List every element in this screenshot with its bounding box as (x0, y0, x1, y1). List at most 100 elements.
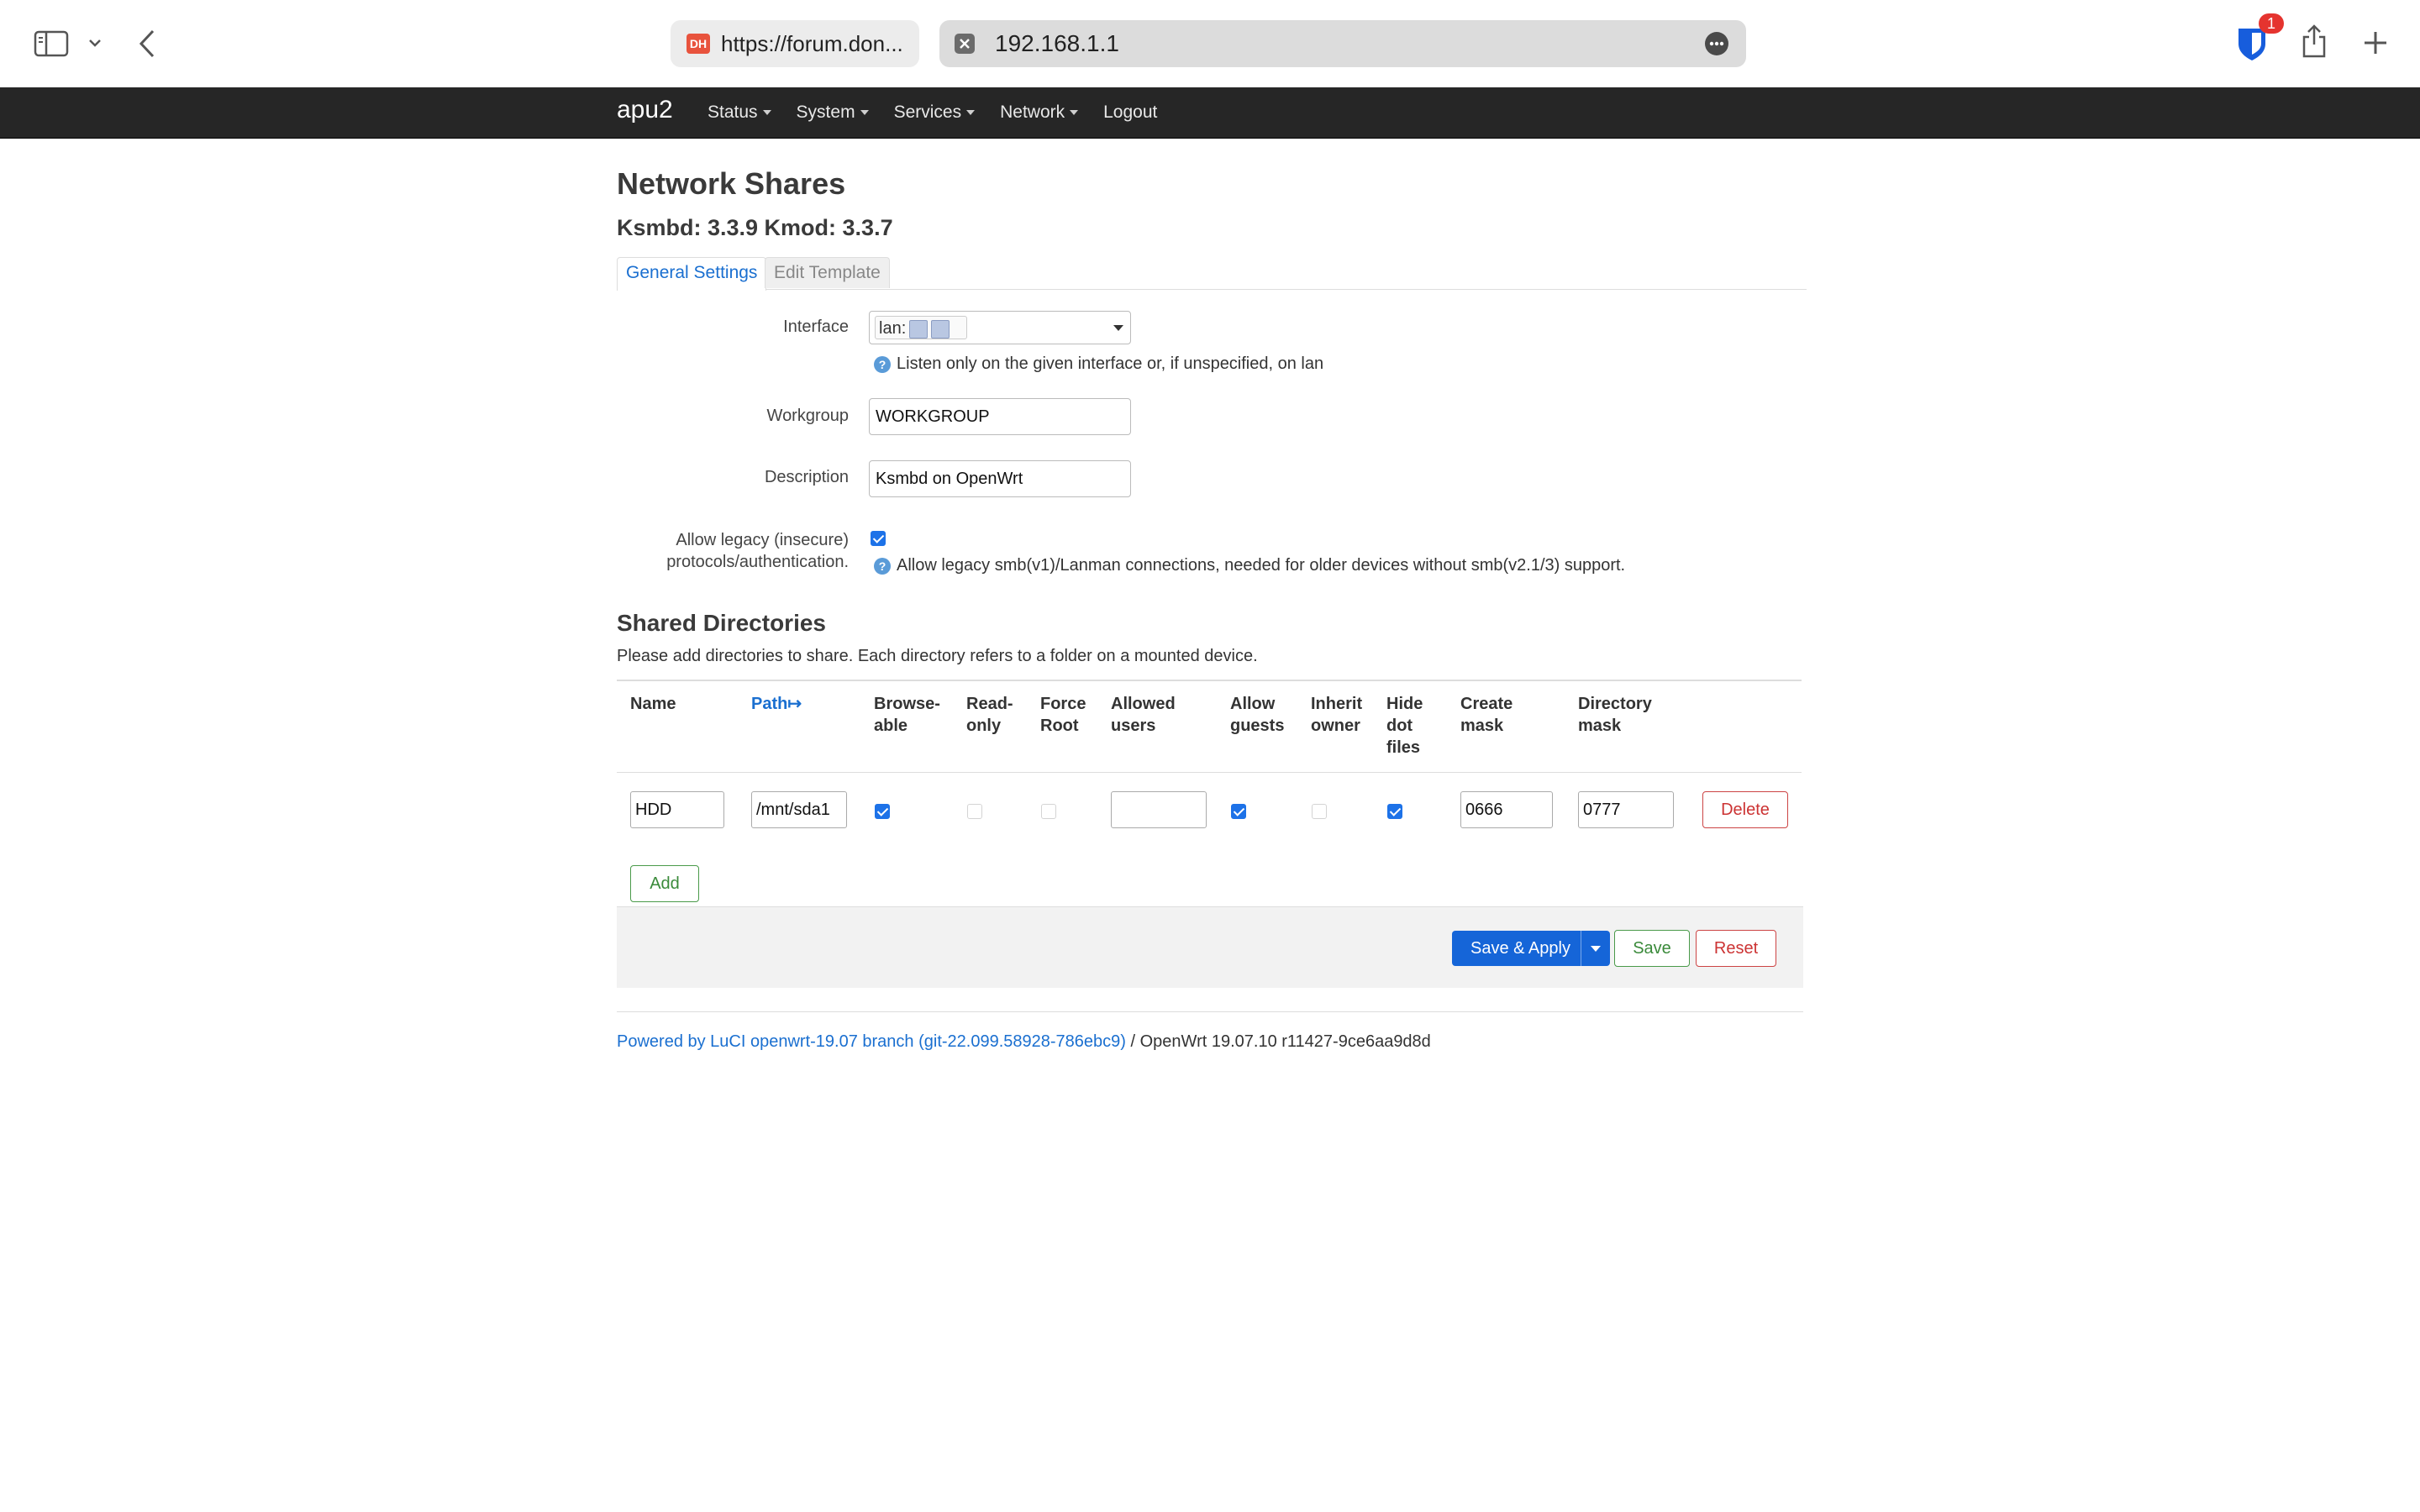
col-allowed-users-l1: Allowed (1111, 695, 1176, 713)
col-dir-mask-l1: Directory (1578, 695, 1652, 713)
col-readonly-l1: Read- (966, 695, 1013, 713)
interface-field: lan: (869, 311, 1131, 344)
col-name: Name (630, 695, 676, 713)
add-button[interactable]: Add (630, 865, 699, 902)
menu-logout[interactable]: Logout (1103, 102, 1157, 123)
col-browseable-l1: Browse- (874, 695, 940, 713)
new-tab-plus-icon[interactable] (2363, 30, 2388, 55)
menu-services[interactable]: Services (894, 102, 976, 123)
description-input[interactable]: Ksmbd on OpenWrt (869, 460, 1131, 497)
action-bar: Save & Apply Save Reset (617, 906, 1803, 988)
hide-dot-files-checkbox[interactable] (1387, 804, 1402, 819)
browser-tab-router[interactable]: 192.168.1.1 (939, 20, 1746, 67)
col-hide-dot-files-l2: dot (1386, 717, 1413, 735)
caret-down-icon (762, 110, 771, 115)
inherit-owner-checkbox[interactable] (1312, 804, 1327, 819)
workgroup-label: Workgroup (766, 407, 849, 425)
col-allow-guests: Allow guests (1230, 693, 1284, 737)
interface-help: ? Listen only on the given interface or,… (874, 354, 1323, 374)
description-label: Description (764, 468, 849, 486)
menu-status[interactable]: Status (708, 102, 771, 123)
col-hide-dot-files-l3: files (1386, 738, 1421, 757)
col-allowed-users: Allowed users (1111, 693, 1176, 737)
address-bar-url[interactable]: 192.168.1.1 (995, 30, 1119, 57)
back-arrow-icon[interactable] (138, 29, 156, 59)
browser-tab-forum[interactable]: DH https://forum.don... (671, 20, 919, 67)
sidebar-toggle-icon[interactable] (34, 30, 69, 57)
legacy-help: ? Allow legacy smb(v1)/Lanman connection… (874, 556, 1625, 575)
browser-toolbar: DH https://forum.don... 192.168.1.1 1 (0, 0, 2420, 87)
menu-network-label: Network (1000, 102, 1065, 122)
allowed-users-input[interactable] (1111, 791, 1207, 828)
network-device-icon (909, 319, 929, 339)
section-title: Shared Directories (617, 610, 826, 636)
caret-down-icon (1070, 110, 1079, 115)
directory-mask-input[interactable]: 0777 (1578, 791, 1674, 828)
col-allow-guests-l1: Allow (1230, 695, 1276, 713)
caret-down-icon (860, 110, 869, 115)
create-mask-input[interactable]: 0666 (1460, 791, 1553, 828)
luci-version-link[interactable]: Powered by LuCI openwrt-19.07 branch (gi… (617, 1032, 1126, 1051)
col-browseable-l2: able (874, 717, 908, 735)
info-icon: ? (874, 355, 891, 373)
col-dir-mask-l2: mask (1578, 717, 1622, 735)
caret-down-icon (966, 110, 976, 115)
interface-help-text: Listen only on the given interface or, i… (897, 354, 1324, 373)
luci-navbar: apu2 Status System Services Network Logo… (0, 87, 2420, 139)
legacy-label-line1: Allow legacy (insecure) (676, 531, 849, 549)
chevron-down-icon (1591, 946, 1601, 952)
tab-close-icon[interactable] (955, 34, 975, 54)
col-allowed-users-l2: users (1111, 717, 1156, 735)
delete-button[interactable]: Delete (1702, 791, 1788, 828)
chevron-down-icon[interactable] (87, 37, 103, 49)
page-footer: Powered by LuCI openwrt-19.07 branch (gi… (617, 1011, 1803, 1052)
interface-label: Interface (783, 318, 849, 336)
save-button[interactable]: Save (1614, 930, 1690, 967)
brand-hostname[interactable]: apu2 (617, 96, 673, 124)
share-icon[interactable] (2301, 24, 2328, 59)
more-options-icon[interactable] (1704, 31, 1729, 56)
col-forceroot-l2: Root (1040, 717, 1079, 735)
shares-table: Name Path↦ Browse-able Read-only Force Ro… (617, 680, 1802, 902)
version-subtitle: Ksmbd: 3.3.9 Kmod: 3.3.7 (617, 215, 893, 240)
col-inherit-owner: Inherit owner (1311, 693, 1362, 737)
menu-status-label: Status (708, 102, 758, 122)
tab-url: https://forum.don... (721, 30, 903, 56)
network-device-icon (931, 319, 950, 339)
openwrt-version: / OpenWrt 19.07.10 r11427-9ce6aa9d8d (1125, 1032, 1431, 1051)
legacy-checkbox[interactable] (871, 531, 886, 546)
allow-guests-checkbox[interactable] (1231, 804, 1246, 819)
main-menu: Status System Services Network Logout (708, 87, 1182, 138)
col-hide-dot-files: Hide dot files (1386, 693, 1423, 759)
col-readonly: Read-only (966, 693, 1013, 737)
tab-general-settings[interactable]: General Settings (617, 257, 767, 291)
menu-logout-label: Logout (1103, 102, 1158, 122)
col-hide-dot-files-l1: Hide (1386, 695, 1423, 713)
col-inherit-owner-l2: owner (1311, 717, 1360, 735)
share-name-input[interactable]: HDD (630, 791, 724, 828)
interface-value: lan: (879, 319, 907, 338)
menu-network[interactable]: Network (1000, 102, 1079, 123)
save-apply-button[interactable]: Save & Apply (1452, 931, 1610, 966)
readonly-checkbox[interactable] (967, 804, 982, 819)
share-path-input[interactable]: /mnt/sda1 (751, 791, 847, 828)
table-row: HDD /mnt/sda1 0666 0777 Delete (617, 772, 1802, 853)
col-browseable: Browse-able (874, 693, 940, 737)
interface-select[interactable]: lan: (869, 311, 1131, 344)
page-title: Network Shares (617, 166, 846, 201)
col-allow-guests-l2: guests (1230, 717, 1285, 735)
force-root-checkbox[interactable] (1041, 804, 1056, 819)
col-create-mask: Create mask (1460, 693, 1512, 737)
workgroup-input[interactable]: WORKGROUP (869, 398, 1131, 435)
col-path[interactable]: Path↦ (751, 693, 802, 715)
menu-system[interactable]: System (797, 102, 869, 123)
notification-badge: 1 (2259, 13, 2284, 34)
col-forceroot-l1: Force (1040, 695, 1086, 713)
reset-button[interactable]: Reset (1696, 930, 1776, 967)
forum-favicon-icon: DH (687, 34, 710, 54)
save-apply-dropdown[interactable] (1581, 931, 1610, 966)
browseable-checkbox[interactable] (875, 804, 890, 819)
tab-edit-template[interactable]: Edit Template (765, 257, 890, 288)
save-apply-label: Save & Apply (1470, 939, 1570, 958)
sort-arrow-icon: ↦ (787, 695, 802, 713)
